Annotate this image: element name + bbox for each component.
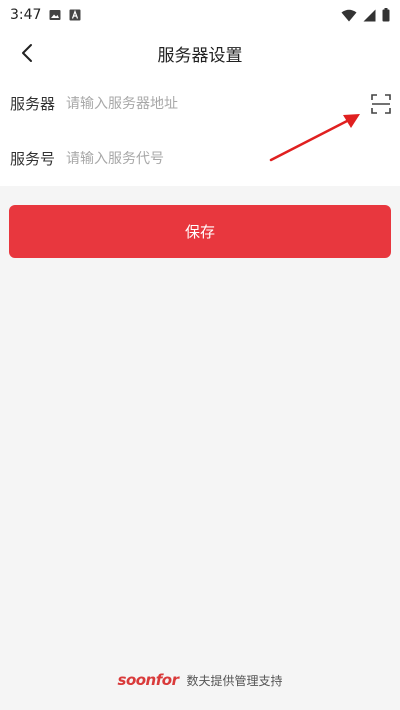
a-box-icon bbox=[69, 9, 81, 21]
service-code-input[interactable] bbox=[66, 150, 326, 167]
image-icon bbox=[49, 10, 61, 20]
signal-icon bbox=[363, 9, 376, 21]
service-code-label: 服务号 bbox=[10, 150, 56, 168]
back-button[interactable] bbox=[14, 40, 40, 66]
footer: soonfor 数夫提供管理支持 bbox=[0, 668, 400, 692]
app-bar: 服务器设置 bbox=[0, 30, 400, 76]
server-label: 服务器 bbox=[10, 95, 56, 113]
server-row: 服务器 bbox=[0, 76, 400, 131]
page-title: 服务器设置 bbox=[157, 45, 243, 66]
footer-text: 数夫提供管理支持 bbox=[186, 673, 283, 688]
status-time: 3:47 bbox=[10, 7, 42, 23]
chevron-left-icon bbox=[22, 44, 32, 62]
save-button[interactable]: 保存 bbox=[9, 205, 391, 258]
battery-icon bbox=[382, 8, 390, 22]
service-code-row: 服务号 bbox=[0, 131, 400, 186]
status-left: 3:47 bbox=[10, 7, 81, 23]
wifi-icon bbox=[341, 9, 357, 21]
status-right bbox=[341, 8, 390, 22]
scan-button[interactable] bbox=[370, 93, 392, 115]
brand-logo: soonfor bbox=[117, 671, 179, 689]
status-bar: 3:47 bbox=[0, 0, 400, 30]
scan-icon bbox=[371, 94, 391, 114]
server-form: 服务器 服务号 bbox=[0, 76, 400, 186]
server-address-input[interactable] bbox=[66, 95, 326, 112]
